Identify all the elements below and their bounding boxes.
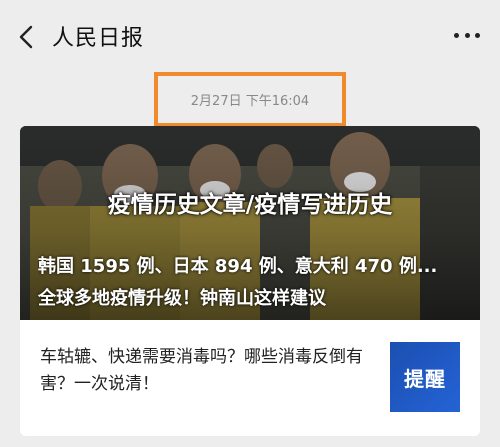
article-summary-line-1: 韩国 1595 例、日本 894 例、意大利 470 例... xyxy=(38,256,438,277)
message-timestamp: 2月27日 下午16:04 xyxy=(190,94,310,109)
sub-article-thumbnail: 提醒 xyxy=(390,342,460,412)
article-summary-line-2: 全球多地疫情升级！钟南山这样建议 xyxy=(38,288,326,309)
timestamp-highlight: 2月27日 下午16:04 xyxy=(154,72,346,127)
more-dots-icon[interactable] xyxy=(454,30,480,40)
thumbnail-label: 提醒 xyxy=(404,366,446,391)
cover-image[interactable]: 疫情历史文章/疫情写进历史 韩国 1595 例、日本 894 例、意大利 470… xyxy=(20,126,480,320)
sub-article-item[interactable]: 车轱辘、快递需要消毒吗？哪些消毒反倒有害？一次说清！ 提醒 xyxy=(20,320,480,436)
sub-article-title: 车轱辘、快递需要消毒吗？哪些消毒反倒有害？一次说清！ xyxy=(40,347,363,394)
article-headline: 疫情历史文章/疫情写进历史 xyxy=(107,192,393,218)
chevron-left-icon[interactable] xyxy=(16,24,38,50)
article-card[interactable]: 疫情历史文章/疫情写进历史 韩国 1595 例、日本 894 例、意大利 470… xyxy=(20,126,480,436)
top-bar: 人民日报 xyxy=(0,0,500,70)
page-title: 人民日报 xyxy=(52,26,145,51)
